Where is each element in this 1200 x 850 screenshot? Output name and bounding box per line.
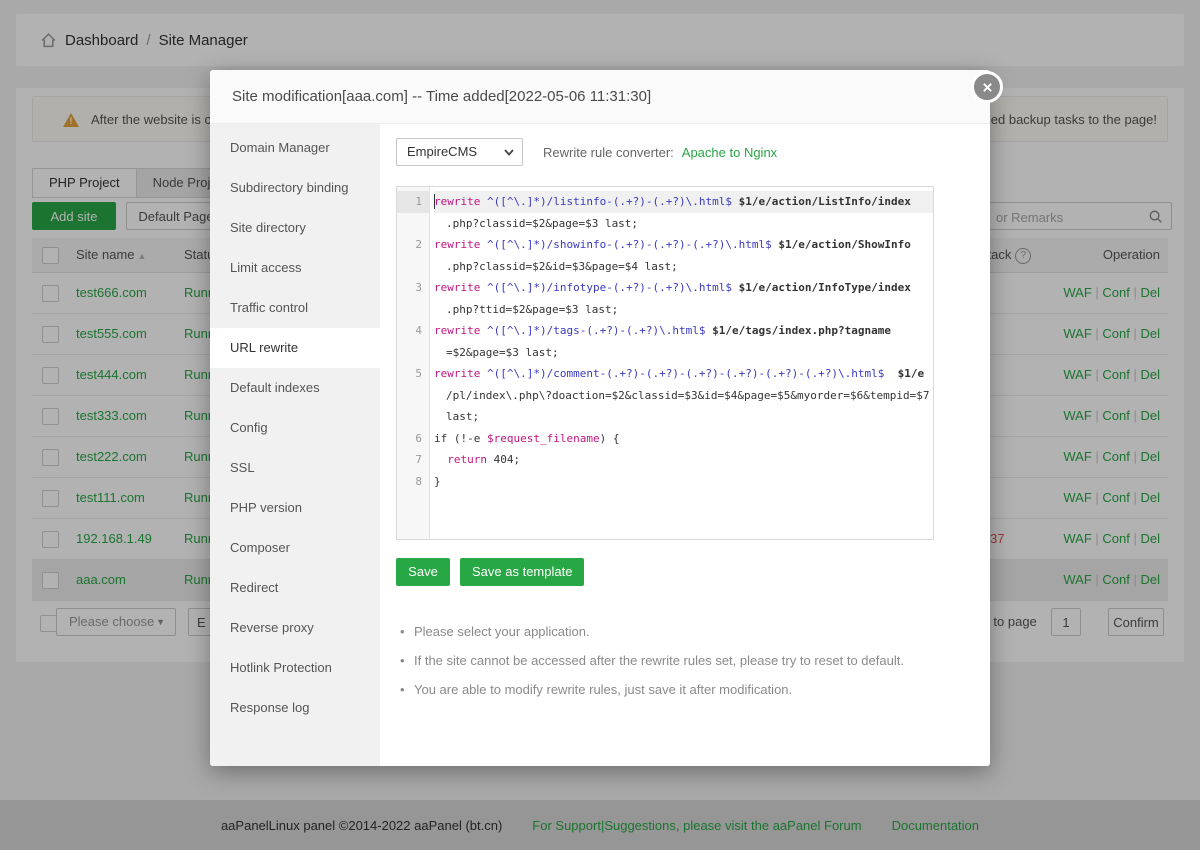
editor-code: 1rewrite ^([^\.]*)/listinfo-(.+?)-(.+?)\… (397, 191, 933, 492)
modal-nav-subdirectory-binding[interactable]: Subdirectory binding (210, 168, 380, 208)
line-number: 8 (397, 471, 429, 493)
site-modification-modal: Site modification[aaa.com] -- Time added… (210, 70, 990, 766)
line-number: 1 (397, 191, 429, 213)
notes-list: Please select your application. If the si… (396, 610, 974, 697)
note-item: If the site cannot be accessed after the… (396, 653, 974, 668)
modal-nav-ssl[interactable]: SSL (210, 448, 380, 488)
app-root: Dashboard / Site Manager ! After the web… (0, 0, 1200, 850)
modal-nav-response-log[interactable]: Response log (210, 688, 380, 728)
save-row: Save Save as template (396, 558, 584, 586)
modal-nav-reverse-proxy[interactable]: Reverse proxy (210, 608, 380, 648)
line-number: 3 (397, 277, 429, 299)
code-line: 5rewrite ^([^\.]*)/comment-(.+?)-(.+?)-(… (397, 363, 933, 428)
code-line: 4rewrite ^([^\.]*)/tags-(.+?)-(.+?)\.htm… (397, 320, 933, 363)
apache-to-nginx-link[interactable]: Apache to Nginx (682, 145, 777, 160)
modal-nav-php-version[interactable]: PHP version (210, 488, 380, 528)
save-button[interactable]: Save (396, 558, 450, 586)
converter-row: EmpireCMS Rewrite rule converter: Apache… (396, 138, 974, 166)
note-item: You are able to modify rewrite rules, ju… (396, 682, 974, 697)
modal-nav-limit-access[interactable]: Limit access (210, 248, 380, 288)
modal-nav-url-rewrite[interactable]: URL rewrite (210, 328, 380, 368)
rewrite-code-editor[interactable]: 1rewrite ^([^\.]*)/listinfo-(.+?)-(.+?)\… (396, 186, 934, 540)
code-line: 2rewrite ^([^\.]*)/showinfo-(.+?)-(.+?)-… (397, 234, 933, 277)
modal-nav-default-indexes[interactable]: Default indexes (210, 368, 380, 408)
code-line: 8} (397, 471, 933, 493)
modal-nav-redirect[interactable]: Redirect (210, 568, 380, 608)
save-as-template-button[interactable]: Save as template (460, 558, 584, 586)
chevron-down-icon (504, 149, 514, 156)
modal-nav-composer[interactable]: Composer (210, 528, 380, 568)
close-button[interactable] (971, 71, 1003, 103)
line-number: 7 (397, 449, 429, 471)
close-icon (982, 82, 993, 93)
code-line: 1rewrite ^([^\.]*)/listinfo-(.+?)-(.+?)\… (397, 191, 933, 234)
text-cursor (434, 194, 435, 209)
modal-nav-hotlink-protection[interactable]: Hotlink Protection (210, 648, 380, 688)
line-number: 4 (397, 320, 429, 342)
modal-sidebar: Domain ManagerSubdirectory bindingSite d… (210, 124, 380, 766)
code-line: 7 return 404; (397, 449, 933, 471)
modal-nav-site-directory[interactable]: Site directory (210, 208, 380, 248)
line-number: 2 (397, 234, 429, 256)
code-line: 3rewrite ^([^\.]*)/infotype-(.+?)-(.+?)\… (397, 277, 933, 320)
converter-label: Rewrite rule converter: (543, 145, 674, 160)
line-number: 5 (397, 363, 429, 385)
line-number: 6 (397, 428, 429, 450)
modal-title: Site modification[aaa.com] -- Time added… (210, 70, 990, 124)
modal-nav-config[interactable]: Config (210, 408, 380, 448)
note-item: Please select your application. (396, 624, 974, 639)
cms-select[interactable]: EmpireCMS (396, 138, 523, 166)
modal-content: EmpireCMS Rewrite rule converter: Apache… (380, 124, 990, 766)
code-line: 6if (!-e $request_filename) { (397, 428, 933, 450)
modal-nav-domain-manager[interactable]: Domain Manager (210, 128, 380, 168)
modal-nav-traffic-control[interactable]: Traffic control (210, 288, 380, 328)
